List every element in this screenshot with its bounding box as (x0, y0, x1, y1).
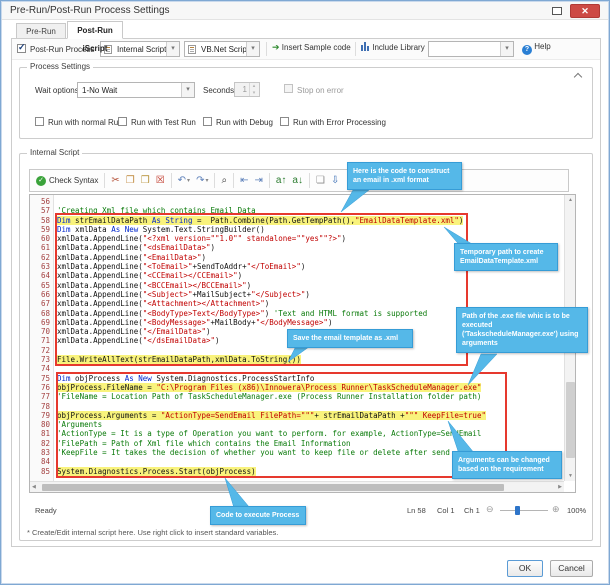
help-icon: ? (522, 45, 532, 55)
horizontal-scrollbar[interactable]: ◀ ▶ (30, 481, 564, 492)
insert-code-icon: ➔ (272, 42, 280, 52)
scroll-up-icon[interactable]: ▲ (565, 197, 575, 203)
check-syntax-icon: ✓ (36, 175, 46, 186)
script-type-dropdown[interactable]: Internal Script ▾ (100, 41, 180, 57)
zoom-slider[interactable] (500, 510, 548, 511)
process-settings-title: Process Settings (27, 62, 94, 71)
to-uppercase-button[interactable]: a↑ (273, 172, 290, 190)
language-dropdown[interactable]: VB.Net Script ▾ (184, 41, 260, 57)
title-bar: Pre-Run/Post-Run Process Settings ✕ (2, 2, 608, 20)
check-syntax-button[interactable]: ✓ Check Syntax (33, 172, 101, 190)
internal-script-title: Internal Script (27, 148, 83, 157)
indent-icon: ⇥ (254, 174, 263, 186)
status-line: Ln 58 (407, 506, 426, 515)
run-with-debug-checkbox[interactable] (203, 117, 212, 126)
copy-button[interactable]: ❐ (123, 172, 138, 190)
new-script-button[interactable]: ❏ (313, 172, 328, 190)
process-settings-group (19, 67, 593, 139)
editor-toolbar: ✓ Check Syntax ✂❐❒☒↶▾↷▾⌕⇤⇥a↑a↓❏⇩⇧✘⤢ (29, 169, 569, 192)
outdent-button[interactable]: ⇤ (237, 172, 251, 190)
post-run-process-checkbox[interactable]: ✓ (17, 42, 26, 53)
chevron-down-icon: ▾ (500, 42, 513, 56)
editor-footnote: * Create/Edit internal script here. Use … (27, 528, 279, 537)
zoom-in-icon[interactable]: ⊕ (552, 504, 560, 515)
redo-button[interactable]: ↷ ▾ (193, 172, 211, 190)
scroll-down-icon[interactable]: ▼ (565, 473, 575, 479)
run-with-debug-label: Run with Debug (216, 118, 273, 127)
library-icon (361, 42, 370, 51)
wait-options-dropdown[interactable]: 1-No Wait ▾ (77, 82, 195, 98)
process-settings-dialog: Pre-Run/Post-Run Process Settings ✕ Pre-… (0, 0, 610, 585)
scroll-left-icon[interactable]: ◀ (32, 484, 36, 490)
callout-arguments: Arguments can be changed based on the re… (452, 451, 562, 479)
chevron-down-icon: ▾ (166, 42, 179, 56)
callout-exe-path: Path of the .exe file whic is to be exec… (456, 307, 588, 353)
callout-temp-path: Temporary path to create EmailDataTempla… (454, 243, 558, 271)
zoom-level: 100% (567, 506, 587, 515)
include-library-dropdown[interactable]: ▾ (428, 41, 514, 57)
find-button[interactable]: ⌕ (218, 172, 230, 190)
status-column: Col 1 (437, 506, 455, 515)
collapse-chevron-icon[interactable] (575, 72, 582, 79)
to-uppercase-icon: a↑ (275, 174, 287, 186)
tab-pre-run-iscript[interactable]: Pre-Run iScript (16, 23, 66, 52)
ok-button[interactable]: OK (507, 560, 543, 577)
undo-icon: ↶ (177, 174, 187, 186)
outdent-icon: ⇤ (240, 174, 249, 186)
find-icon: ⌕ (221, 174, 228, 186)
stop-on-error-checkbox[interactable] (284, 84, 293, 93)
run-with-normal-run-checkbox[interactable] (35, 117, 44, 126)
stop-on-error-label: Stop on error (297, 86, 344, 95)
paste-button[interactable]: ❒ (138, 172, 153, 190)
import-script-icon: ⇩ (330, 174, 340, 186)
indent-button[interactable]: ⇥ (251, 172, 265, 190)
callout-save-template: Save the email template as .xml (287, 329, 413, 348)
close-icon[interactable]: ✕ (570, 4, 600, 18)
import-script-button[interactable]: ⇩ (328, 172, 342, 190)
check-icon: ✓ (18, 42, 26, 52)
zoom-slider-thumb[interactable] (515, 506, 520, 515)
chevron-down-icon: ▾ (181, 83, 194, 97)
cut-button[interactable]: ✂ (108, 172, 122, 190)
cancel-button[interactable]: Cancel (550, 560, 593, 577)
maximize-icon[interactable] (552, 7, 562, 15)
insert-sample-code-button[interactable]: ➔ Insert Sample code (272, 42, 351, 53)
delete-selection-button[interactable]: ☒ (153, 172, 168, 190)
cut-icon: ✂ (111, 174, 120, 186)
window-title: Pre-Run/Post-Run Process Settings (10, 5, 170, 16)
help-button[interactable]: ? Help (522, 42, 551, 55)
status-ready: Ready (35, 506, 57, 515)
run-with-test-run-checkbox[interactable] (118, 117, 127, 126)
run-with-test-run-label: Run with Test Run (131, 118, 196, 127)
callout-email-xml-code: Here is the code to construct an email i… (347, 162, 462, 190)
redo-icon: ↷ (196, 174, 205, 186)
zoom-out-icon[interactable]: ⊖ (486, 504, 494, 515)
seconds-spinner[interactable]: 1 ▴ ▾ (234, 82, 260, 97)
spinner-arrows-icon: ▴ ▾ (249, 83, 258, 96)
scroll-right-icon[interactable]: ▶ (558, 484, 562, 490)
run-with-normal-run-label: Run with normal Run (48, 118, 123, 127)
tab-post-run-iscript[interactable]: Post-Run iScript (67, 21, 123, 53)
delete-selection-icon: ☒ (155, 174, 165, 186)
paste-icon: ❒ (140, 174, 150, 186)
run-with-error-processing-checkbox[interactable] (280, 117, 289, 126)
vbnet-icon (188, 45, 196, 54)
new-script-icon: ❏ (315, 174, 325, 186)
callout-execute-process: Code to execute Process (210, 506, 306, 525)
wait-options-label: Wait options (35, 86, 79, 95)
to-lowercase-button[interactable]: a↓ (289, 172, 306, 190)
copy-icon: ❐ (125, 174, 135, 186)
chevron-down-icon: ▾ (205, 178, 209, 184)
chevron-down-icon: ▾ (187, 178, 191, 184)
include-library-label: Include Library (361, 42, 425, 52)
seconds-label: Seconds (203, 86, 235, 95)
status-char: Ch 1 (464, 506, 480, 515)
to-lowercase-icon: a↓ (292, 174, 303, 186)
undo-button[interactable]: ↶ ▾ (175, 172, 193, 190)
run-with-error-processing-label: Run with Error Processing (293, 118, 386, 127)
chevron-down-icon: ▾ (246, 42, 259, 56)
